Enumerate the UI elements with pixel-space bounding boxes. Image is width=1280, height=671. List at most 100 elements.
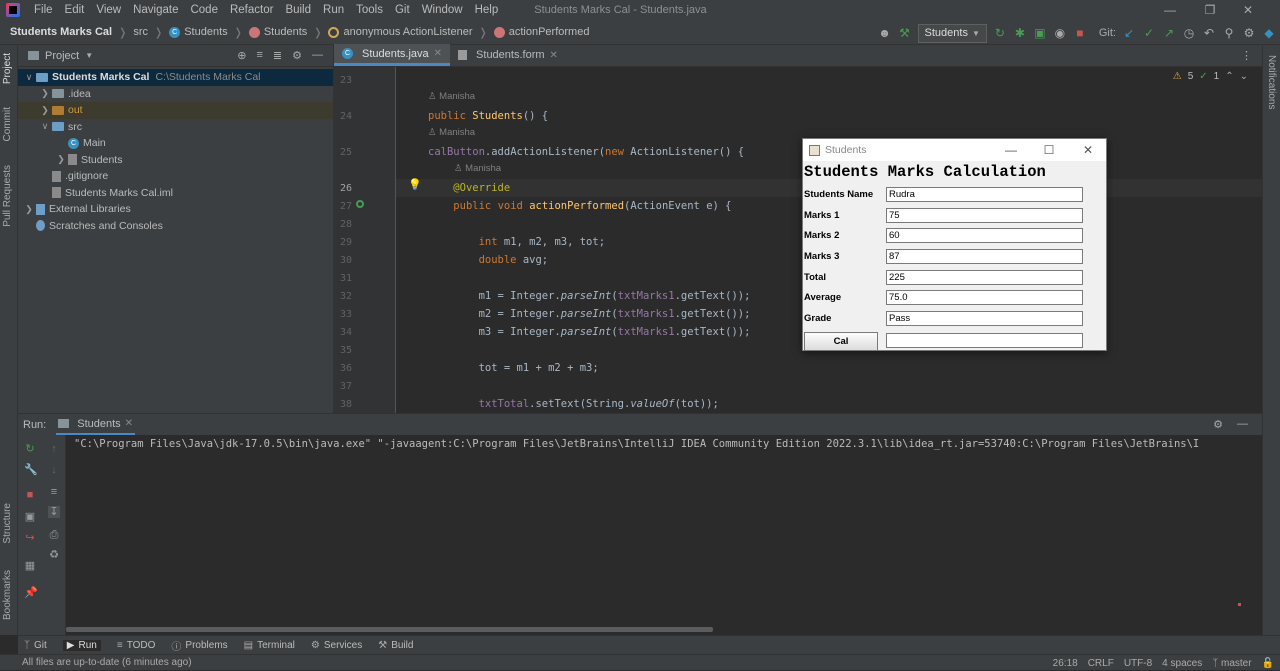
debug-icon[interactable]: ✱: [1013, 26, 1027, 40]
side-tab-notifications[interactable]: Notifications: [1266, 55, 1277, 109]
restore-icon[interactable]: ❐: [1190, 0, 1230, 20]
menu-refactor[interactable]: Refactor: [224, 4, 279, 16]
chevron-right-icon[interactable]: ❯: [38, 88, 52, 99]
layout-icon[interactable]: ▦: [24, 560, 36, 572]
dialog-maximize-icon[interactable]: ☐: [1031, 139, 1067, 161]
git-update-icon[interactable]: ↙: [1122, 26, 1136, 40]
bottom-tab-run[interactable]: ▶ Run: [62, 639, 101, 651]
bottom-tab-problems[interactable]: ⓘ Problems: [171, 638, 227, 653]
coverage-icon[interactable]: ▣: [1033, 26, 1047, 40]
exit-icon[interactable]: ↪: [24, 532, 36, 544]
code-line[interactable]: [396, 377, 1262, 395]
hide-icon[interactable]: —: [1237, 418, 1248, 431]
collapse-all-icon[interactable]: ≣: [273, 49, 282, 62]
chevron-right-icon[interactable]: ❯: [22, 204, 36, 215]
console-output[interactable]: "C:\Program Files\Java\jdk-17.0.5\bin\ja…: [66, 435, 1262, 635]
author-hint[interactable]: ♙ Manisha: [454, 163, 501, 174]
stop-icon[interactable]: ■: [1073, 26, 1087, 40]
code-line[interactable]: txtTotal.setText(String.valueOf(tot));: [396, 395, 1262, 413]
console-horizontal-scrollbar[interactable]: [66, 627, 713, 632]
menu-run[interactable]: Run: [317, 4, 350, 16]
breadcrumb-anonymous[interactable]: anonymous ActionListener: [328, 26, 473, 38]
soft-wrap-icon[interactable]: ≡: [48, 486, 60, 498]
dialog-close-icon[interactable]: ✕: [1070, 139, 1106, 161]
author-hint[interactable]: ♙ Manisha: [428, 91, 475, 102]
history-icon[interactable]: ◷: [1182, 26, 1196, 40]
more-tabs-icon[interactable]: ⋮: [1241, 49, 1252, 62]
run-tab-students[interactable]: Students ✕: [56, 415, 136, 435]
close-tab-icon[interactable]: ✕: [125, 418, 133, 429]
code-line[interactable]: tot = m1 + m2 + m3;: [396, 359, 1262, 377]
field-input[interactable]: 60: [886, 228, 1083, 243]
git-branch[interactable]: ᛉ master: [1212, 658, 1251, 669]
chevron-down-icon[interactable]: ∨: [38, 121, 52, 132]
menu-edit[interactable]: Edit: [59, 4, 91, 16]
down-icon[interactable]: ↓: [48, 464, 60, 476]
tree-item[interactable]: ❯ .idea: [18, 86, 333, 103]
field-input[interactable]: Rudra: [886, 187, 1083, 202]
pin-icon[interactable]: 📌: [24, 587, 38, 599]
lightbulb-icon[interactable]: 💡: [408, 178, 422, 191]
bottom-tab-todo[interactable]: ≡ TODO: [117, 640, 156, 651]
rerun-icon[interactable]: ↻: [24, 443, 36, 455]
breadcrumb-method[interactable]: actionPerformed: [493, 26, 589, 38]
field-input[interactable]: 87: [886, 249, 1083, 264]
tree-item[interactable]: ❯ External Libraries: [18, 201, 333, 218]
override-marker-icon[interactable]: [356, 200, 364, 208]
breadcrumb-constructor[interactable]: Students: [248, 26, 307, 38]
author-hint[interactable]: ♙ Manisha: [428, 127, 475, 138]
menu-build[interactable]: Build: [279, 4, 317, 16]
camera-icon[interactable]: ▣: [24, 511, 36, 523]
breadcrumb-src[interactable]: src: [133, 26, 148, 38]
side-tab-pull-requests[interactable]: Pull Requests: [2, 165, 13, 227]
side-tab-commit[interactable]: Commit: [2, 107, 13, 141]
rollback-icon[interactable]: ↶: [1202, 26, 1216, 40]
chevron-right-icon[interactable]: ❯: [54, 154, 68, 165]
run-config-select[interactable]: Students ▼: [917, 23, 987, 43]
menu-navigate[interactable]: Navigate: [127, 4, 184, 16]
tab-students-java[interactable]: C Students.java ✕: [334, 44, 451, 66]
bottom-tab-terminal[interactable]: ▤ Terminal: [244, 640, 295, 651]
hide-icon[interactable]: —: [312, 49, 323, 62]
bottom-tab-git[interactable]: ᛉ Git: [24, 640, 47, 651]
indent-setting[interactable]: 4 spaces: [1162, 658, 1202, 669]
user-icon[interactable]: ☻: [878, 26, 892, 40]
wrench-icon[interactable]: 🔧: [24, 464, 38, 476]
menu-file[interactable]: File: [28, 4, 59, 16]
profile-icon[interactable]: ◉: [1053, 26, 1067, 40]
git-commit-icon[interactable]: ✓: [1142, 26, 1156, 40]
chevron-down-icon[interactable]: ∨: [22, 72, 36, 83]
tree-item[interactable]: ∨ src: [18, 119, 333, 136]
side-tab-project[interactable]: Project: [2, 53, 13, 84]
dialog-minimize-icon[interactable]: —: [993, 139, 1029, 161]
status-message[interactable]: All files are up-to-date (6 minutes ago): [22, 657, 192, 668]
locate-icon[interactable]: ⊕: [237, 49, 246, 62]
close-tab-icon[interactable]: ✕: [434, 48, 442, 59]
close-icon[interactable]: ✕: [1228, 0, 1268, 20]
menu-tools[interactable]: Tools: [350, 4, 389, 16]
field-input[interactable]: 75.0: [886, 290, 1083, 305]
close-tab-icon[interactable]: ✕: [550, 50, 558, 61]
tab-students-form[interactable]: Students.form ✕: [450, 44, 566, 66]
caret-position[interactable]: 26:18: [1053, 658, 1078, 669]
build-hammer-icon[interactable]: ⚒: [898, 26, 912, 40]
bottom-tab-build[interactable]: ⚒ Build: [378, 640, 413, 651]
git-push-icon[interactable]: ↗: [1162, 26, 1176, 40]
tree-item[interactable]: Scratches and Consoles: [18, 218, 333, 235]
gear-icon[interactable]: ⚙: [292, 49, 302, 62]
breadcrumb-project[interactable]: Students Marks Cal: [10, 26, 112, 38]
plugin-icon[interactable]: ◆: [1262, 26, 1276, 40]
search-icon[interactable]: ⚲: [1222, 26, 1236, 40]
stop-icon[interactable]: ■: [24, 489, 36, 501]
field-input[interactable]: Pass: [886, 311, 1083, 326]
project-header[interactable]: Project: [45, 50, 79, 62]
side-tab-structure[interactable]: Structure: [2, 503, 13, 544]
expand-all-icon[interactable]: ≡: [256, 49, 262, 62]
cal-button[interactable]: Cal: [804, 332, 878, 351]
menu-code[interactable]: Code: [184, 4, 224, 16]
menu-window[interactable]: Window: [416, 4, 469, 16]
line-separator[interactable]: CRLF: [1088, 658, 1114, 669]
tree-item[interactable]: .gitignore: [18, 168, 333, 185]
field-input[interactable]: 225: [886, 270, 1083, 285]
code-line[interactable]: [396, 71, 1262, 89]
